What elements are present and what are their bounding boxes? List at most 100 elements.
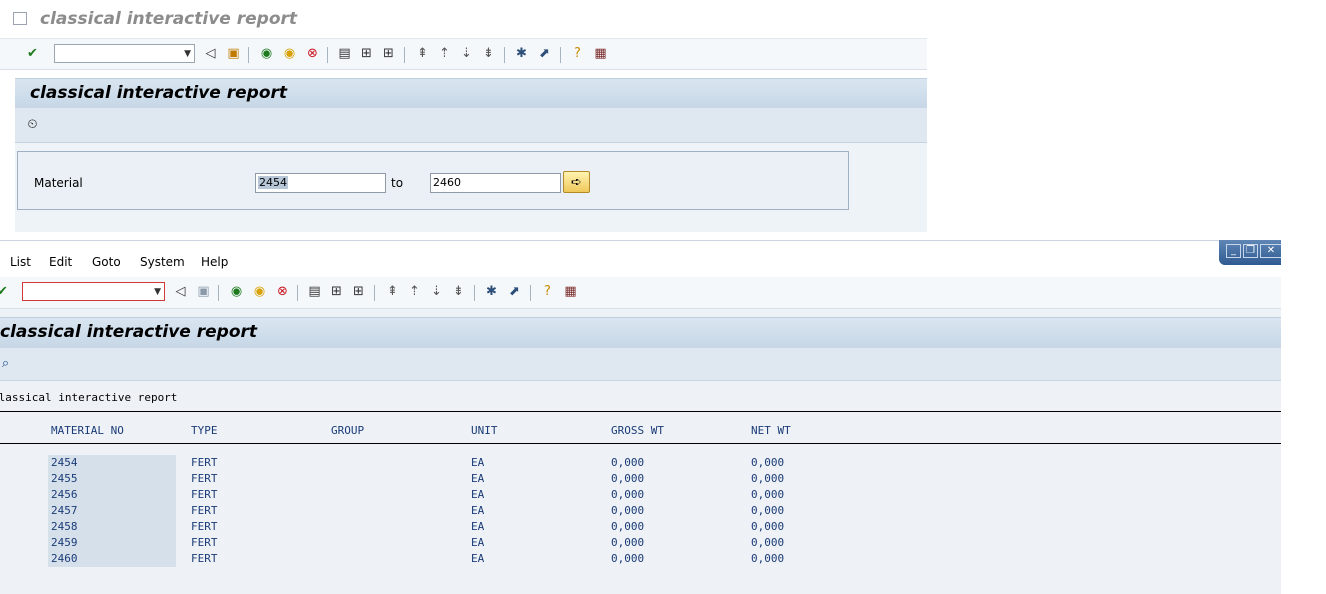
close-icon[interactable]: ✕ [1260, 244, 1281, 258]
find-icon[interactable]: ⊞ [328, 283, 345, 300]
last-page-icon[interactable]: ⇟ [480, 45, 497, 62]
new-session-icon[interactable]: ✱ [483, 283, 500, 300]
green-back-icon[interactable]: ◉ [228, 283, 245, 300]
back-arrow-icon[interactable]: ◁ [202, 45, 219, 62]
first-page-icon[interactable]: ⇞ [384, 283, 401, 300]
gross-weight: 0,000 [611, 488, 645, 501]
save-icon[interactable]: ▣ [225, 45, 242, 62]
material-unit: EA [471, 488, 485, 501]
divider [0, 443, 1281, 444]
separator [248, 47, 249, 63]
chevron-down-icon[interactable]: ▼ [184, 49, 191, 59]
enter-icon[interactable]: ✔ [0, 283, 11, 300]
standard-toolbar-2: ✔ ▼ ◁ ▣ ◉ ◉ ⊗ ▤ ⊞ ⊞ ⇞ ⇡ ⇣ ⇟ ✱ ⬈ ? ▦ [0, 277, 1281, 309]
execute-icon[interactable]: ⏲ [24, 116, 41, 133]
net-weight: 0,000 [751, 552, 785, 565]
column-header-type: TYPE [191, 424, 218, 437]
material-unit: EA [471, 456, 485, 469]
last-page-icon[interactable]: ⇟ [450, 283, 467, 300]
command-field[interactable]: ▼ [54, 44, 195, 63]
green-back-icon[interactable]: ◉ [258, 45, 275, 62]
gross-weight: 0,000 [611, 504, 645, 517]
print-icon[interactable]: ▤ [306, 283, 323, 300]
material-label: Material [34, 176, 83, 190]
application-toolbar-1: ⏲ [15, 108, 927, 143]
gross-weight: 0,000 [611, 552, 645, 565]
menu-goto[interactable]: Goto [92, 255, 121, 269]
separator [474, 285, 475, 301]
multiple-selection-button[interactable]: ➪ [563, 171, 590, 193]
material-type: FERT [191, 536, 218, 549]
menu-list[interactable]: List [10, 255, 31, 269]
divider [0, 411, 1281, 412]
chevron-down-icon[interactable]: ▼ [154, 287, 161, 297]
menu-bar [0, 240, 1281, 278]
separator [530, 285, 531, 301]
separator [560, 47, 561, 63]
new-session-icon[interactable]: ✱ [513, 45, 530, 62]
back-arrow-icon[interactable]: ◁ [172, 283, 189, 300]
selection-title-bar: classical interactive report [0, 0, 927, 39]
shortcut-icon[interactable]: ⬈ [536, 45, 553, 62]
material-number[interactable]: 2458 [51, 520, 78, 533]
material-type: FERT [191, 504, 218, 517]
material-unit: EA [471, 536, 485, 549]
gross-weight: 0,000 [611, 472, 645, 485]
restore-icon[interactable]: ❐ [1243, 244, 1258, 258]
previous-page-icon[interactable]: ⇡ [406, 283, 423, 300]
next-page-icon[interactable]: ⇣ [458, 45, 475, 62]
list-title: classical interactive report [0, 391, 178, 404]
gross-weight: 0,000 [611, 520, 645, 533]
find-icon[interactable]: ⊞ [358, 45, 375, 62]
minimize-icon[interactable]: _ [1226, 244, 1241, 258]
material-unit: EA [471, 520, 485, 533]
print-icon[interactable]: ▤ [336, 45, 353, 62]
menu-system[interactable]: System [140, 255, 185, 269]
cancel-icon[interactable]: ⊗ [274, 283, 291, 300]
find-next-icon[interactable]: ⊞ [350, 283, 367, 300]
previous-page-icon[interactable]: ⇡ [436, 45, 453, 62]
find-next-icon[interactable]: ⊞ [380, 45, 397, 62]
help-icon[interactable]: ? [539, 283, 556, 300]
exit-icon[interactable]: ◉ [251, 283, 268, 300]
layout-icon[interactable]: ▦ [592, 45, 609, 62]
command-field[interactable]: ▼ [22, 282, 165, 301]
table-row[interactable]: 2458 FERT EA 0,000 0,000 [0, 519, 900, 535]
table-row[interactable]: 2457 FERT EA 0,000 0,000 [0, 503, 900, 519]
first-page-icon[interactable]: ⇞ [414, 45, 431, 62]
net-weight: 0,000 [751, 456, 785, 469]
menu-help[interactable]: Help [201, 255, 228, 269]
enter-icon[interactable]: ✔ [24, 45, 41, 62]
cancel-icon[interactable]: ⊗ [304, 45, 321, 62]
material-number[interactable]: 2454 [51, 456, 78, 469]
application-toolbar-2: ⌕ [0, 348, 1281, 381]
table-row[interactable]: 2454 FERT EA 0,000 0,000 [0, 455, 900, 471]
material-high-input[interactable]: 2460 [430, 173, 561, 193]
material-number[interactable]: 2459 [51, 536, 78, 549]
next-page-icon[interactable]: ⇣ [428, 283, 445, 300]
material-number[interactable]: 2460 [51, 552, 78, 565]
material-number[interactable]: 2457 [51, 504, 78, 517]
material-number[interactable]: 2455 [51, 472, 78, 485]
material-low-input[interactable]: 2454 [255, 173, 386, 193]
material-low-value: 2454 [258, 176, 288, 189]
material-number[interactable]: 2456 [51, 488, 78, 501]
material-type: FERT [191, 472, 218, 485]
table-row[interactable]: 2455 FERT EA 0,000 0,000 [0, 471, 900, 487]
table-row[interactable]: 2459 FERT EA 0,000 0,000 [0, 535, 900, 551]
table-row[interactable]: 2456 FERT EA 0,000 0,000 [0, 487, 900, 503]
details-icon[interactable]: ⌕ [0, 355, 14, 372]
table-row[interactable]: 2460 FERT EA 0,000 0,000 [0, 551, 900, 567]
column-header-unit: UNIT [471, 424, 498, 437]
layout-icon[interactable]: ▦ [562, 283, 579, 300]
selection-header-bar: classical interactive report [15, 78, 927, 109]
help-icon[interactable]: ? [569, 45, 586, 62]
save-icon[interactable]: ▣ [195, 283, 212, 300]
shortcut-icon[interactable]: ⬈ [506, 283, 523, 300]
menu-edit[interactable]: Edit [49, 255, 72, 269]
column-header-gross-wt: GROSS WT [611, 424, 664, 437]
net-weight: 0,000 [751, 472, 785, 485]
exit-icon[interactable]: ◉ [281, 45, 298, 62]
gross-weight: 0,000 [611, 456, 645, 469]
material-type: FERT [191, 552, 218, 565]
